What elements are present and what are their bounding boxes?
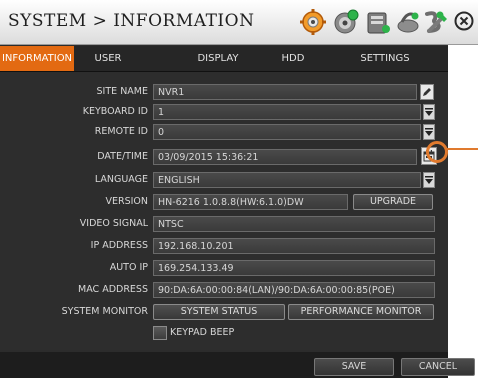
performance-monitor-button[interactable]: PERFORMANCE MONITOR: [288, 304, 434, 320]
calendar-callout-line: [445, 148, 478, 150]
ip-address-label: IP ADDRESS: [90, 240, 148, 251]
language-label: LANGUAGE: [94, 174, 148, 185]
information-dialog: SYSTEM > INFORMATION INFORMATION USER DI…: [0, 0, 478, 378]
auto-ip-label: AUTO IP: [109, 262, 148, 273]
video-signal-field: NTSC: [153, 216, 435, 232]
keyboard-id-dropdown-icon[interactable]: [423, 104, 435, 120]
edit-icon[interactable]: [420, 84, 434, 100]
tab-bar: INFORMATION USER DISPLAY HDD SETTINGS: [0, 46, 448, 72]
window-title: SYSTEM > INFORMATION: [8, 11, 255, 31]
upgrade-button[interactable]: UPGRADE: [353, 194, 433, 210]
network-icon[interactable]: [394, 8, 422, 36]
system-status-button[interactable]: SYSTEM STATUS: [153, 304, 285, 320]
remote-id-dropdown-icon[interactable]: [423, 124, 435, 140]
tab-user[interactable]: USER: [74, 46, 142, 71]
date-time-label: DATE/TIME: [97, 151, 148, 162]
keypad-beep-checkbox[interactable]: [153, 326, 167, 340]
footer-bar: SAVE CANCEL: [0, 352, 475, 378]
keyboard-id-field[interactable]: 1: [153, 104, 421, 120]
version-field: HN-6216 1.0.8.8(HW:6.1.0)DW: [153, 194, 348, 210]
information-form: SITE NAME NVR1 KEYBOARD ID 1 REMOTE ID 0…: [0, 72, 448, 350]
remote-id-field[interactable]: 0: [153, 124, 421, 140]
remote-id-label: REMOTE ID: [94, 126, 148, 137]
ip-address-field: 192.168.10.201: [153, 238, 435, 254]
cancel-button[interactable]: CANCEL: [401, 358, 475, 376]
mac-address-field: 90:DA:6A:00:00:84(LAN)/90:DA:6A:00:00:85…: [153, 282, 435, 298]
site-name-field[interactable]: NVR1: [153, 84, 417, 100]
tab-information[interactable]: INFORMATION: [0, 46, 74, 71]
tab-hdd[interactable]: HDD: [262, 46, 324, 71]
mac-address-label: MAC ADDRESS: [78, 284, 148, 295]
date-time-field[interactable]: 03/09/2015 15:36:21: [153, 149, 417, 165]
video-signal-label: VIDEO SIGNAL: [79, 218, 148, 229]
storage-icon[interactable]: [364, 8, 392, 36]
calendar-callout-ring: [426, 141, 448, 163]
record-icon[interactable]: [332, 8, 360, 36]
site-name-label: SITE NAME: [96, 86, 148, 97]
tab-display[interactable]: DISPLAY: [178, 46, 258, 71]
title-bar: SYSTEM > INFORMATION: [0, 0, 478, 45]
system-monitor-label: SYSTEM MONITOR: [61, 306, 148, 317]
close-icon[interactable]: [453, 10, 475, 32]
save-button[interactable]: SAVE: [314, 358, 394, 376]
language-dropdown-icon[interactable]: [423, 172, 435, 188]
camera-settings-icon[interactable]: [299, 8, 327, 36]
device-icon[interactable]: [426, 10, 450, 34]
keypad-beep-label: KEYPAD BEEP: [170, 327, 235, 338]
keyboard-id-label: KEYBOARD ID: [82, 106, 148, 117]
tab-settings[interactable]: SETTINGS: [345, 46, 425, 71]
language-field[interactable]: ENGLISH: [153, 172, 421, 188]
version-label: VERSION: [105, 196, 148, 207]
auto-ip-field: 169.254.133.49: [153, 260, 435, 276]
